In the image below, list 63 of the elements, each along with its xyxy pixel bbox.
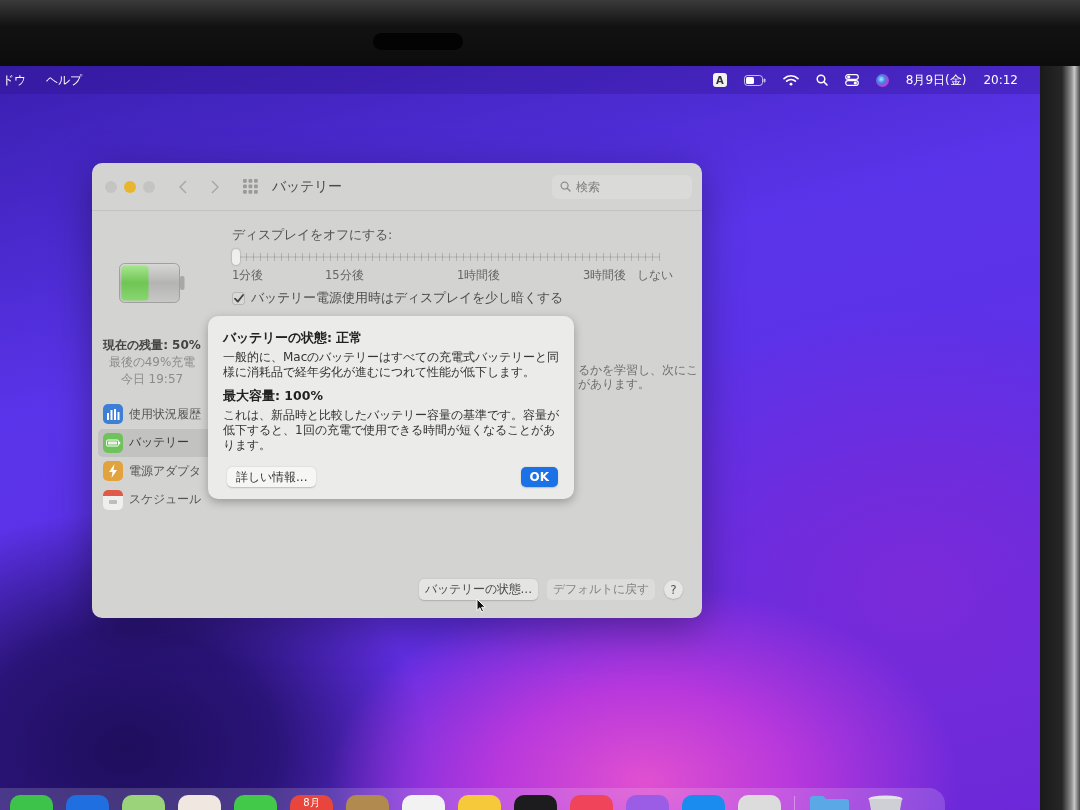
checkmark-icon: [233, 294, 244, 303]
input-source-indicator[interactable]: A: [712, 73, 727, 87]
folder-icon[interactable]: [808, 795, 851, 810]
dialog-message: 一般的に、Macのバッテリーはすべての充電式バッテリーと同様に消耗品で経年劣化が進むにつれて性能が低下します。: [223, 350, 560, 380]
sidebar-item-label: バッテリー: [129, 434, 189, 452]
chevron-left-icon: [179, 179, 187, 194]
calendar-dock-item[interactable]: 8月: [290, 795, 333, 810]
tick-label: しない: [637, 268, 674, 283]
last-charged-text: 最後の49%充電: [108, 354, 196, 371]
app-icon[interactable]: [178, 795, 221, 810]
battery-health-button[interactable]: バッテリーの状態...: [418, 579, 538, 600]
help-button[interactable]: ?: [664, 580, 683, 599]
sidebar-item-label: 使用状況履歴: [129, 405, 201, 423]
sidebar-item[interactable]: 電源アダプタ: [98, 457, 212, 486]
menu-bar-date[interactable]: 8月9日(金): [905, 71, 967, 89]
app-icon[interactable]: [514, 795, 557, 810]
slider-thumb[interactable]: [232, 249, 240, 265]
checkbox-label: バッテリー電源使用時はディスプレイを少し暗くする: [251, 290, 563, 307]
show-all-button[interactable]: [243, 179, 258, 194]
mouse-pointer-icon: [476, 598, 486, 613]
grid-icon: [243, 179, 258, 194]
ok-button[interactable]: OK: [520, 467, 558, 487]
app-icon[interactable]: [10, 795, 53, 810]
wifi-icon[interactable]: [782, 74, 799, 86]
sidebar-item[interactable]: スケジュール: [98, 485, 212, 514]
menu-item[interactable]: ヘルプ: [46, 71, 82, 89]
battery-icon: [103, 432, 123, 453]
chevron-right-icon: [211, 179, 219, 194]
lightning-icon: [103, 461, 123, 482]
search-field[interactable]: 検索: [552, 174, 692, 199]
window-title: バッテリー: [272, 177, 342, 196]
last-charged-time: 今日 19:57: [120, 371, 184, 388]
toggle-switches-icon[interactable]: [844, 74, 859, 86]
description-text: があります。: [578, 377, 651, 391]
back-button[interactable]: [179, 179, 187, 194]
more-info-button[interactable]: 詳しい情報...: [227, 467, 317, 487]
dialog-title: バッテリーの状態: 正常: [223, 330, 364, 346]
battery-icon[interactable]: [743, 74, 766, 86]
sidebar-item[interactable]: 使用状況履歴: [98, 400, 212, 429]
dialog-subtitle: 最大容量: 100%: [223, 388, 324, 404]
charge-level-text: 現在の残量: 50%: [103, 337, 201, 354]
checkbox[interactable]: [232, 292, 245, 305]
app-icon[interactable]: [402, 795, 445, 810]
slider-label: ディスプレイをオフにする:: [232, 227, 394, 242]
battery-icon: [119, 263, 185, 303]
app-icon[interactable]: [122, 795, 165, 810]
tick-label: 1分後: [232, 268, 265, 283]
orb-icon[interactable]: [875, 73, 889, 87]
search-icon: [560, 181, 571, 192]
forward-button[interactable]: [211, 179, 219, 194]
calendar-icon: [103, 489, 123, 510]
tick-label: 1時間後: [457, 268, 502, 283]
menu-item[interactable]: ドウ: [2, 71, 26, 89]
menu-bar-clock[interactable]: 20:12: [983, 73, 1018, 87]
description-text: るかを学習し、次にこ: [578, 363, 698, 377]
tick-label: 3時間後: [583, 268, 628, 283]
search-icon[interactable]: [815, 74, 828, 86]
bar-chart-icon: [103, 404, 123, 425]
app-icon[interactable]: [234, 795, 277, 810]
sidebar-item-label: スケジュール: [129, 491, 201, 509]
sidebar-item-label: 電源アダプタ: [129, 462, 201, 480]
tick-label: 15分後: [325, 268, 365, 283]
dialog-message: これは、新品時と比較したバッテリー容量の基準です。容量が低下すると、1回の充電で使用できる時間が短くなることがあります。: [223, 408, 560, 453]
